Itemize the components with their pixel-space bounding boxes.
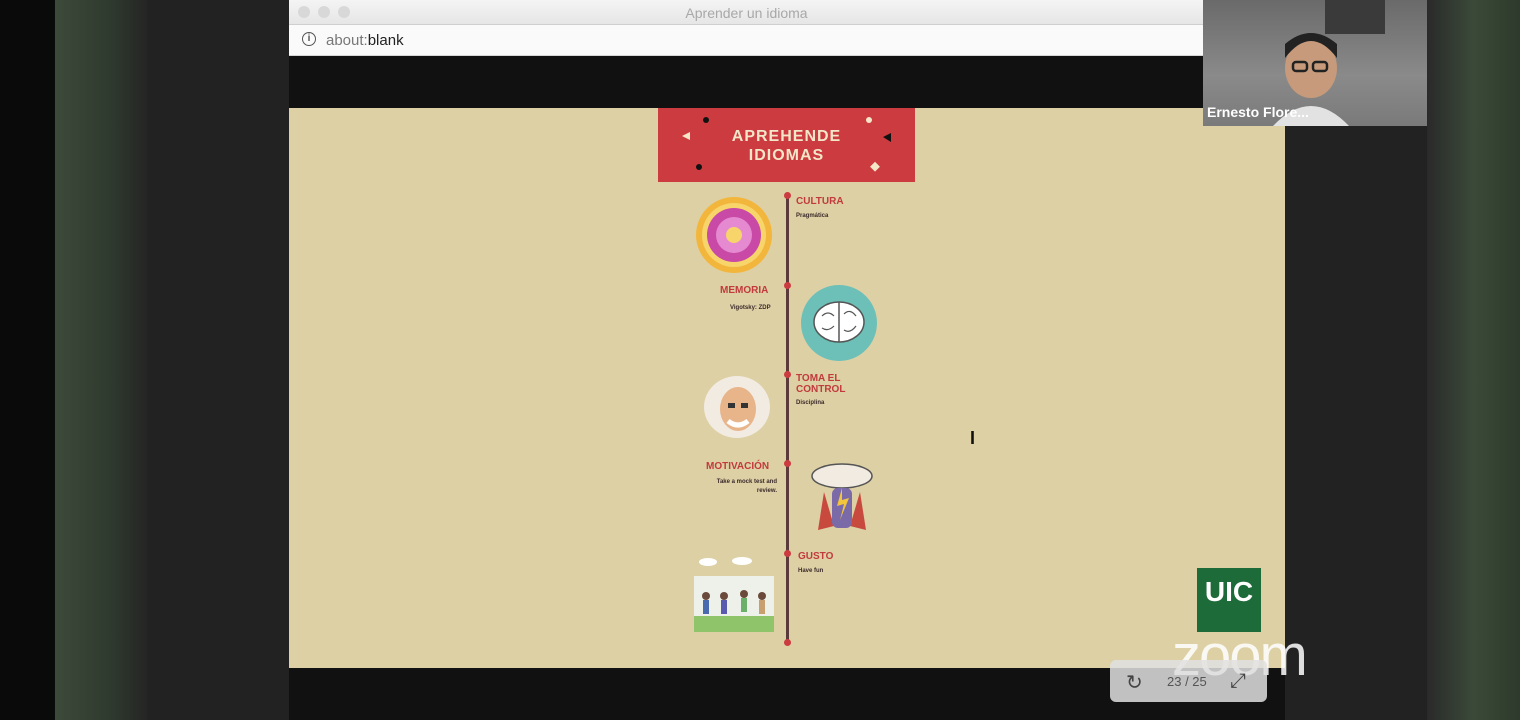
mandala-icon [696,197,772,273]
timeline-dot [784,460,791,467]
title-banner: APREHENDE IDIOMAS [658,108,915,182]
item-title-cultura: CULTURA [796,196,844,207]
outer-black-border [0,0,55,720]
superhero-icon [811,463,873,530]
url-text[interactable]: about:blank [326,32,404,49]
item-title-memoria: MEMORIA [720,285,769,296]
item-title-toma-el-control: TOMA EL CONTROL [796,373,846,395]
browser-titlebar: Aprender un idioma [289,0,1204,25]
text-cursor-icon: I [970,428,976,448]
item-subtitle-gusto: Have fun [798,568,824,574]
info-icon[interactable]: i [302,32,316,46]
window-title: Aprender un idioma [685,5,808,21]
item-subtitle-cultura: Pragmática [796,213,829,219]
banner-title: APREHENDE IDIOMAS [731,128,842,164]
timeline-dot [784,282,791,289]
slide-navigation-controls: ↻ 23 / 25 ⤢ [1110,660,1267,702]
item-subtitle-motivacion: Take a mock test and review. [716,479,777,494]
blurred-background-left [55,0,147,720]
item-title-motivacion: MOTIVACIÓN [706,461,770,472]
blurred-background-right [1427,0,1520,720]
item-subtitle-toma-el-control: Disciplina [796,400,825,406]
presentation-slide: APREHENDE IDIOMAS CULTURA Pragmática MEM… [289,108,1285,668]
participant-name: Ernesto Flore... [1207,104,1309,120]
item-subtitle-memoria: Vigotsky: ZDP [730,305,771,311]
timeline-dot [784,371,791,378]
timeline-dot [784,550,791,557]
timeline-dot [784,192,791,199]
participant-video-tile[interactable]: Ernesto Flore... [1203,0,1427,126]
presentation-top-border [289,56,1285,108]
fullscreen-icon[interactable]: ⤢ [1230,670,1246,693]
timeline-line [786,194,789,644]
einstein-portrait-icon [704,376,770,438]
address-bar[interactable]: i about:blank [289,25,1204,56]
item-title-gusto: GUSTO [798,551,834,562]
timeline-dot [784,639,791,646]
refresh-icon[interactable]: ↻ [1126,670,1143,695]
brain-icon [801,285,877,361]
share-padding-left [147,0,289,720]
page-counter: 23 / 25 [1167,674,1207,689]
children-playing-illustration [694,557,774,632]
